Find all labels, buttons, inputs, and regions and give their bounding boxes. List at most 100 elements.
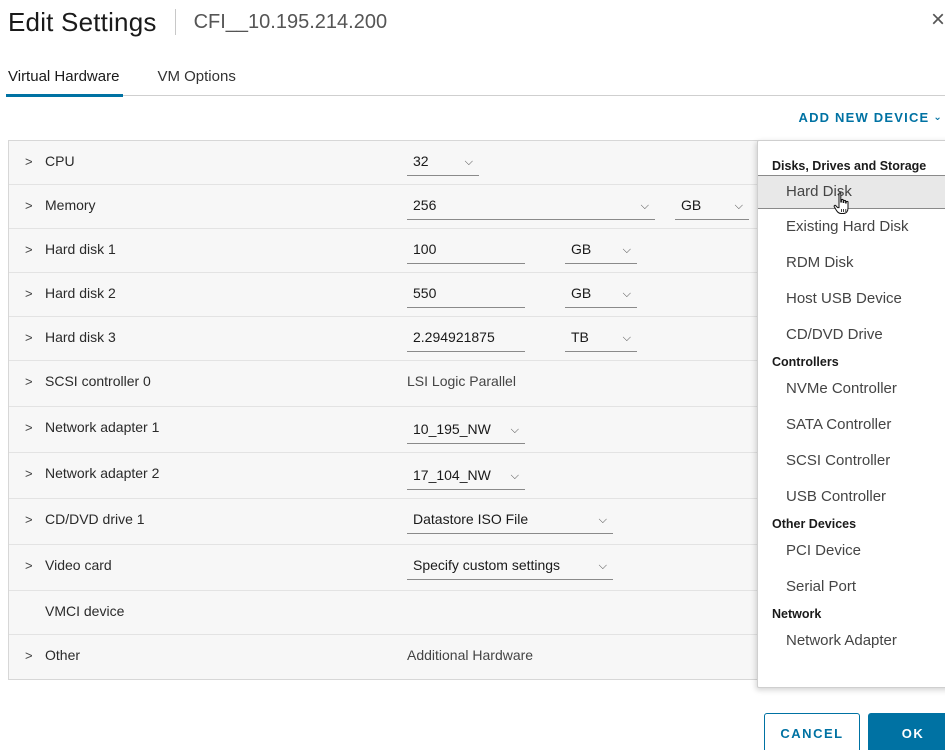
menu-item-scsi-controller[interactable]: SCSI Controller [758, 443, 945, 479]
hardware-row-network-adapter-1: > Network adapter 1 10_195_NW ⌵ [9, 407, 787, 453]
vm-name: CFI__10.195.214.200 [193, 10, 388, 33]
row-toggle[interactable]: > Hard disk 2 [25, 285, 116, 301]
network-adapter-2-select[interactable]: 17_104_NW ⌵ [407, 465, 525, 490]
dialog-header: Edit Settings CFI__10.195.214.200 [8, 6, 387, 38]
chevron-right-icon: > [25, 557, 33, 573]
menu-item-nvme-controller[interactable]: NVMe Controller [758, 371, 945, 407]
hardware-row-network-adapter-2: > Network adapter 2 17_104_NW ⌵ [9, 453, 787, 499]
row-label: Video card [45, 557, 112, 573]
menu-item-cd-dvd-drive[interactable]: CD/DVD Drive [758, 317, 945, 353]
cd-dvd-media-value: Datastore ISO File [413, 511, 529, 527]
row-toggle[interactable]: > Other [25, 647, 80, 663]
chevron-right-icon: > [25, 647, 33, 663]
row-toggle[interactable]: > SCSI controller 0 [25, 373, 151, 389]
chevron-down-icon: ⌵ [464, 156, 473, 168]
chevron-right-icon: > [25, 285, 33, 301]
title-divider [174, 9, 176, 35]
row-toggle[interactable]: > Network adapter 1 [25, 419, 159, 435]
chevron-down-icon: ⌵ [598, 560, 607, 572]
hard-disk-2-size-input[interactable]: 550 [407, 283, 525, 308]
hardware-row-hard-disk-2: > Hard disk 2 550 GB ⌵ [9, 273, 787, 317]
row-label: CPU [45, 153, 75, 169]
chevron-down-icon: ⌵ [510, 470, 519, 482]
hard-disk-2-size-value: 550 [413, 285, 437, 301]
cpu-count-value: 32 [413, 153, 429, 169]
hard-disk-3-size-value: 2.294921875 [413, 329, 495, 345]
hard-disk-1-size-value: 100 [413, 241, 437, 257]
row-label: SCSI controller 0 [45, 373, 151, 389]
chevron-down-icon: ⌵ [622, 332, 631, 344]
hardware-row-memory: > Memory 256 ⌵ GB ⌵ [9, 185, 787, 229]
row-label: VMCI device [45, 603, 125, 619]
chevron-down-icon: ⌵ [734, 200, 743, 212]
chevron-down-icon: ⌵ [510, 424, 519, 436]
memory-size-value: 256 [413, 197, 437, 213]
memory-unit-select[interactable]: GB ⌵ [675, 195, 749, 220]
chevron-right-icon: > [25, 419, 33, 435]
hardware-row-scsi-controller: > SCSI controller 0 LSI Logic Parallel [9, 361, 787, 407]
row-label: Other [45, 647, 81, 663]
network-adapter-1-value: 10_195_NW [413, 421, 491, 437]
hard-disk-2-unit-value: GB [571, 285, 592, 301]
network-adapter-2-value: 17_104_NW [413, 467, 491, 483]
cancel-button[interactable]: CANCEL [764, 713, 860, 750]
menu-item-rdm-disk[interactable]: RDM Disk [758, 245, 945, 281]
row-toggle[interactable]: > Video card [25, 557, 112, 573]
video-card-settings-select[interactable]: Specify custom settings ⌵ [407, 555, 613, 580]
network-adapter-1-select[interactable]: 10_195_NW ⌵ [407, 419, 525, 444]
ok-button[interactable]: OK [868, 713, 945, 750]
menu-item-network-adapter[interactable]: Network Adapter [758, 623, 945, 659]
row-toggle[interactable]: > CPU [25, 153, 75, 169]
row-toggle[interactable]: > Memory [25, 197, 96, 213]
hard-disk-3-unit-select[interactable]: TB ⌵ [565, 327, 637, 352]
row-toggle[interactable]: > CD/DVD drive 1 [25, 511, 145, 527]
memory-size-input[interactable]: 256 ⌵ [407, 195, 655, 220]
menu-item-usb-controller[interactable]: USB Controller [758, 479, 945, 515]
menu-item-serial-port[interactable]: Serial Port [758, 569, 945, 605]
chevron-down-icon: ⌵ [598, 514, 607, 526]
chevron-down-icon: ⌄ [933, 112, 943, 123]
row-label: Hard disk 1 [45, 241, 116, 257]
row-toggle[interactable]: > Hard disk 3 [25, 329, 116, 345]
row-toggle[interactable]: > Network adapter 2 [25, 465, 159, 481]
chevron-right-icon: > [25, 197, 33, 213]
hard-disk-1-unit-select[interactable]: GB ⌵ [565, 239, 637, 264]
row-toggle[interactable]: > Hard disk 1 [25, 241, 116, 257]
menu-group-disks: Disks, Drives and Storage [772, 159, 927, 173]
menu-item-pci-device[interactable]: PCI Device [758, 533, 945, 569]
scsi-controller-type: LSI Logic Parallel [407, 373, 516, 389]
row-label: Network adapter 1 [45, 419, 160, 435]
menu-group-network: Network [772, 607, 822, 621]
hard-disk-3-size-input[interactable]: 2.294921875 [407, 327, 525, 352]
menu-item-host-usb-device[interactable]: Host USB Device [758, 281, 945, 317]
menu-group-other-devices: Other Devices [772, 517, 857, 531]
close-icon[interactable]: × [929, 8, 945, 32]
virtual-hardware-table: > CPU 32 ⌵ > Memory 256 ⌵ GB ⌵ > Hard disk 1 1… [8, 140, 788, 680]
hardware-row-hard-disk-1: > Hard disk 1 100 GB ⌵ [9, 229, 787, 273]
chevron-right-icon: > [25, 241, 33, 257]
memory-unit-value: GB [681, 197, 702, 213]
row-label: Hard disk 2 [45, 285, 116, 301]
hard-disk-2-unit-select[interactable]: GB ⌵ [565, 283, 637, 308]
menu-item-sata-controller[interactable]: SATA Controller [758, 407, 945, 443]
menu-group-controllers: Controllers [772, 355, 839, 369]
cpu-count-select[interactable]: 32 ⌵ [407, 151, 479, 176]
row-label: Hard disk 3 [45, 329, 116, 345]
row-label: Memory [45, 197, 96, 213]
tab-virtual-hardware[interactable]: Virtual Hardware [5, 64, 124, 97]
hardware-row-cpu: > CPU 32 ⌵ [9, 141, 787, 185]
row-label: Network adapter 2 [45, 465, 160, 481]
hard-disk-1-size-input[interactable]: 100 [407, 239, 525, 264]
hard-disk-3-unit-value: TB [571, 329, 589, 345]
add-new-device-button[interactable]: ADD NEW DEVICE ⌄ [798, 110, 943, 125]
cd-dvd-media-select[interactable]: Datastore ISO File ⌵ [407, 509, 613, 534]
chevron-down-icon: ⌵ [622, 288, 631, 300]
hardware-row-hard-disk-3: > Hard disk 3 2.294921875 TB ⌵ [9, 317, 787, 361]
chevron-right-icon: > [25, 465, 33, 481]
hardware-row-vmci-device: >VMCI device [9, 591, 787, 635]
hardware-row-other: > Other Additional Hardware [9, 635, 787, 679]
row-label: CD/DVD drive 1 [45, 511, 145, 527]
chevron-down-icon: ⌵ [622, 244, 631, 256]
chevron-down-icon: ⌵ [640, 200, 649, 212]
tab-vm-options[interactable]: VM Options [157, 64, 235, 96]
